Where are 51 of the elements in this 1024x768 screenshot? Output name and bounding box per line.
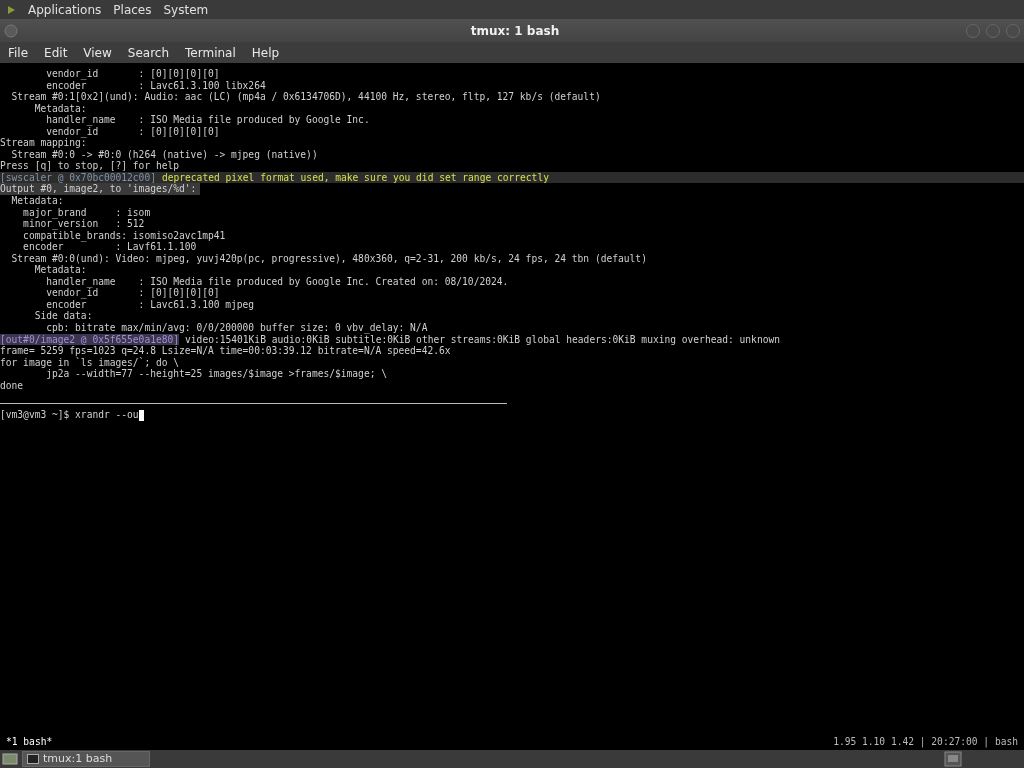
window-title: tmux: 1 bash	[470, 22, 560, 40]
cursor	[138, 409, 144, 421]
desktop-icon[interactable]	[2, 752, 18, 766]
panel-menu[interactable]: System	[163, 0, 209, 19]
menu-item[interactable]: Edit	[44, 43, 68, 62]
minimize-button[interactable]	[966, 23, 980, 38]
tmux-status-info: 1.95 1.10 1.42 | 20:27:00 | bash	[833, 734, 1018, 750]
terminal-line: cpb: bitrate max/min/avg: 0/0/200000 buffer size: 0 vbv_delay: N/A	[45, 322, 429, 334]
terminal-line: major_brand : isom	[22, 206, 152, 219]
terminal-line: compatible_brands: isomiso2avc1mp41	[22, 229, 227, 242]
terminal-line: encoder : Lavc61.3.100 libx264	[45, 79, 267, 92]
terminal-icon	[27, 754, 39, 764]
terminal-line: jp2a --width=77 --height=25 images/$image >frames/$image; \	[45, 368, 388, 380]
terminal-line: handler_name : ISO Media file produced by Google Inc.	[45, 114, 371, 126]
terminal-line: Stream #0:0 -> #0:0 (h264 (native) -> mjpeg (native))	[10, 148, 319, 161]
terminal-line: Metadata:	[33, 264, 88, 276]
terminal-line: encoder : Lavc61.3.100 mjpeg	[45, 298, 256, 311]
terminal-line: handler_name : ISO Media file produced by Google Inc. Created on: 08/10/2024.	[45, 275, 510, 288]
terminal-line: Metadata:	[33, 102, 88, 115]
terminal-line: Stream #0:0(und): Video: mjpeg, yuvj420p(pc, progressive), 480x360, q=2-31, 200 kb/s, 24 fps, 24 tbn (default)	[10, 252, 648, 265]
play-icon	[6, 4, 16, 15]
prompt-line[interactable]: [vm3@vm3 ~]$ xrandr --ou	[0, 409, 139, 421]
taskbar-button[interactable]: tmux:1 bash	[22, 751, 150, 767]
terminal-line: minor_version : 512	[22, 218, 146, 230]
menu-item[interactable]: Terminal	[185, 43, 236, 62]
terminal-line: video:15401KiB audio:0KiB subtitle:0KiB other streams:0KiB global headers:0KiB muxing overhead: unknown	[185, 333, 780, 346]
maximize-button[interactable]	[986, 23, 1000, 38]
terminal-line: vendor_id : [0][0][0][0]	[45, 287, 221, 299]
terminal-line: Side data:	[33, 310, 94, 323]
log-tag: [swscaler @ 0x70bc00012c00]	[0, 171, 156, 184]
terminal-line: vendor_id : [0][0][0][0]	[45, 125, 221, 138]
menu-item[interactable]: View	[83, 43, 112, 62]
menu-item[interactable]: Search	[127, 43, 170, 62]
close-button[interactable]	[1006, 23, 1020, 38]
terminal-line: Stream #0:1[0x2](und): Audio: aac (LC) (mp4a / 0x6134706D), 44100 Hz, stereo, fltp, 127 kb/s (default)	[10, 91, 602, 103]
log-tag: [out#0/image2 @ 0x5f655e0a1e80]	[0, 333, 180, 346]
workspace-icon[interactable]	[944, 751, 962, 767]
panel-menu[interactable]: Places	[113, 0, 152, 19]
terminal-line: vendor_id : [0][0][0][0]	[45, 68, 221, 80]
terminal-line: done	[0, 379, 25, 392]
terminal-line: Stream mapping:	[0, 137, 87, 149]
terminal-line: frame= 5259 fps=1023 q=24.8 Lsize=N/A time=00:03:39.12 bitrate=N/A speed=42.6x	[0, 345, 452, 357]
terminal-line: encoder : Lavf61.1.100	[22, 241, 198, 253]
menu-item[interactable]: Help	[251, 43, 280, 62]
tmux-window-label: *1 bash*	[6, 734, 53, 749]
terminal-line: for image in `ls images/`; do \	[0, 356, 181, 369]
terminal-line: Metadata:	[10, 195, 65, 207]
menu-item[interactable]: File	[8, 43, 29, 62]
panel-menu[interactable]: Applications	[28, 0, 102, 19]
terminal-line: Press [q] to stop, [?] for help	[0, 160, 181, 172]
warning-text: deprecated pixel format used, make sure you did set range correctly	[161, 171, 549, 184]
